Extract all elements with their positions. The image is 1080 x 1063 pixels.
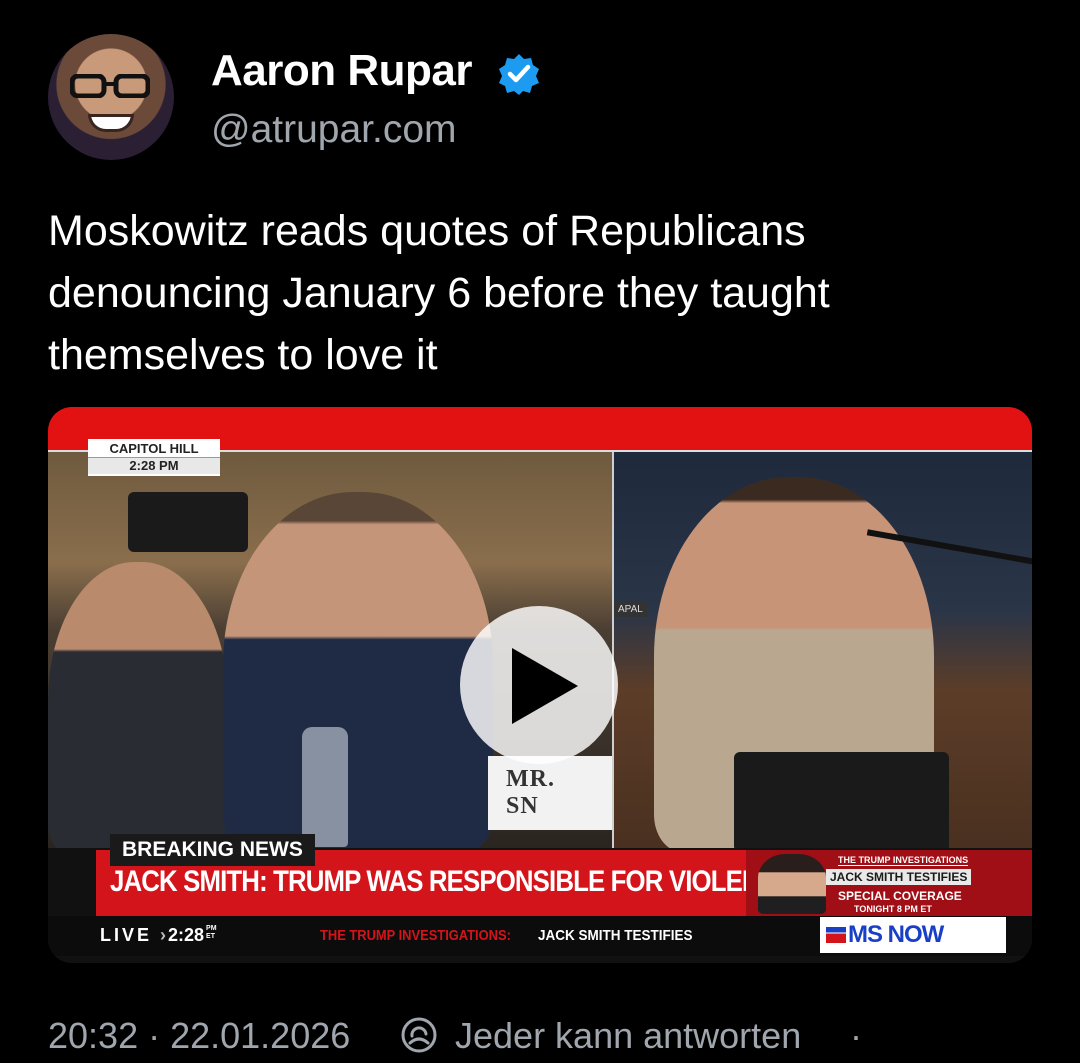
ticker-text: JACK SMITH TESTIFIES	[538, 927, 693, 944]
play-button[interactable]	[460, 606, 618, 764]
post-timestamp[interactable]: 20:32 · 22.01.2026	[48, 1015, 350, 1057]
location-caption-text: CAPITOL HILL	[109, 441, 199, 456]
post-text: Moskowitz reads quotes of Republicans de…	[48, 207, 830, 379]
promo-anchor-graphic	[758, 854, 826, 914]
nameplate: MR. SN	[488, 756, 612, 830]
video-player[interactable]: MR. SN APAL CAPITOL HILL 2:28 PM BREAKIN…	[48, 407, 1032, 963]
person-center	[223, 492, 493, 848]
footer-separator: ·	[850, 1015, 862, 1056]
glasses-graphic	[70, 74, 150, 98]
promo-time: TONIGHT 8 PM ET	[854, 904, 932, 914]
avatar[interactable]	[48, 34, 174, 160]
promo-kicker: THE TRUMP INVESTIGATIONS	[838, 855, 969, 866]
camera-graphic	[128, 492, 248, 552]
laptop-graphic	[734, 752, 949, 848]
verified-badge-icon	[499, 54, 539, 95]
reply-setting[interactable]: Jeder kann antworten	[455, 1015, 801, 1057]
location-caption-time: 2:28 PM	[88, 457, 220, 474]
ticker-time-suffix: PM ET	[206, 925, 217, 940]
ticker-time-value: 2:28	[168, 925, 205, 945]
water-bottle-graphic	[302, 727, 348, 847]
author-name[interactable]: Aaron Rupar	[211, 46, 472, 96]
network-logo: MS NOW	[820, 917, 1006, 953]
network-name: MS NOW	[848, 921, 944, 948]
ticker-category: THE TRUMP INVESTIGATIONS:	[320, 927, 511, 944]
desk-plate: APAL	[614, 602, 647, 617]
location-caption: CAPITOL HILL 2:28 PM	[88, 439, 220, 476]
ticker-time: 2:28 PM ET	[168, 925, 220, 946]
reply-settings-icon	[401, 1017, 437, 1053]
video-right-panel: APAL	[614, 452, 1032, 848]
author-handle[interactable]: @atrupar.com	[211, 108, 457, 152]
chevron-right-icon: ›	[160, 925, 167, 945]
live-label: LIVE	[100, 925, 153, 945]
video-bottom-strip	[48, 956, 1032, 963]
person-left	[48, 562, 228, 848]
live-indicator: LIVE ›	[100, 925, 166, 946]
promo-title: JACK SMITH TESTIFIES	[826, 869, 972, 885]
breaking-news-label: BREAKING NEWS	[110, 834, 315, 866]
smile-graphic	[88, 114, 134, 132]
promo-subtitle: SPECIAL COVERAGE	[838, 889, 962, 903]
flag-icon	[826, 927, 846, 943]
play-icon	[512, 648, 578, 724]
